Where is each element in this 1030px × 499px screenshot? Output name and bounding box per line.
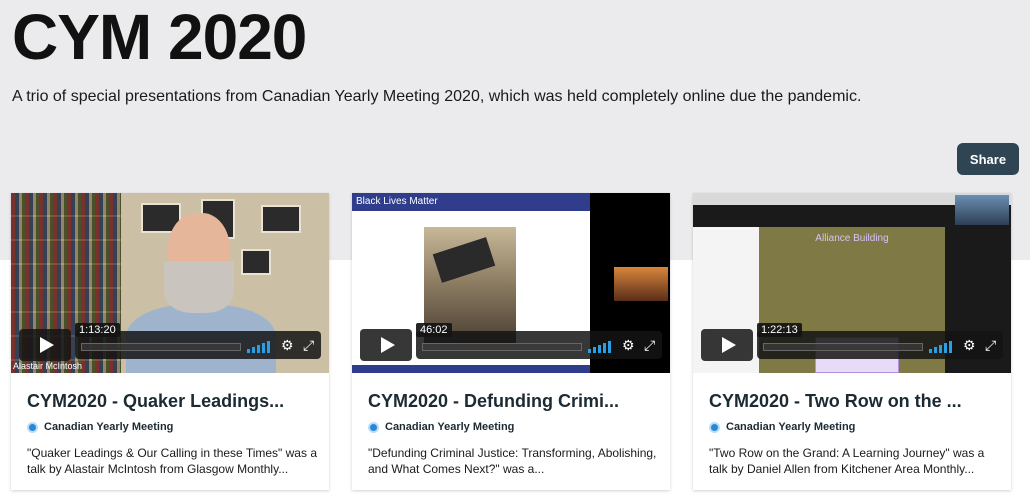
fullscreen-icon[interactable]: ⤢: [644, 336, 655, 354]
video-card[interactable]: Alastair McIntosh 1:13:20 ⚙ ⤢ CYM2020 - …: [11, 193, 329, 490]
thumbnail-caption: Alastair McIntosh: [13, 361, 83, 371]
video-player-controls: 1:13:20 ⚙ ⤢: [19, 323, 321, 361]
control-bar: 1:22:13 ⚙ ⤢: [757, 323, 1003, 359]
play-icon: [380, 337, 395, 353]
page-description: A trio of special presentations from Can…: [12, 88, 862, 105]
settings-icon[interactable]: ⚙: [963, 336, 976, 354]
channel-info[interactable]: Canadian Yearly Meeting: [709, 421, 855, 433]
video-title[interactable]: CYM2020 - Two Row on the ...: [709, 391, 962, 412]
play-icon: [721, 337, 736, 353]
video-description: "Defunding Criminal Justice: Transformin…: [368, 446, 657, 476]
control-bar: 46:02 ⚙ ⤢: [416, 323, 662, 359]
progress-track[interactable]: [763, 343, 923, 351]
video-title[interactable]: CYM2020 - Defunding Crimi...: [368, 391, 619, 412]
channel-icon: [27, 421, 38, 433]
video-thumbnail[interactable]: Alastair McIntosh 1:13:20 ⚙ ⤢: [11, 193, 329, 373]
share-button[interactable]: Share: [957, 143, 1019, 175]
video-card[interactable]: Alliance Building 1:22:13 ⚙ ⤢ CYM2020 - …: [693, 193, 1011, 490]
channel-name: Canadian Yearly Meeting: [385, 421, 515, 433]
channel-info[interactable]: Canadian Yearly Meeting: [27, 421, 173, 433]
thumbnail-caption: Alliance Building: [815, 233, 889, 244]
video-description: "Quaker Leadings & Our Calling in these …: [27, 446, 317, 476]
progress-track[interactable]: [422, 343, 582, 351]
channel-name: Canadian Yearly Meeting: [726, 421, 856, 433]
volume-icon[interactable]: [929, 339, 952, 353]
video-player-controls: 46:02 ⚙ ⤢: [360, 323, 662, 361]
channel-name: Canadian Yearly Meeting: [44, 421, 174, 433]
video-player-controls: 1:22:13 ⚙ ⤢: [701, 323, 1003, 361]
channel-info[interactable]: Canadian Yearly Meeting: [368, 421, 514, 433]
channel-icon: [709, 421, 720, 433]
video-thumbnail[interactable]: Alliance Building 1:22:13 ⚙ ⤢: [693, 193, 1011, 373]
control-bar: 1:13:20 ⚙ ⤢: [75, 323, 321, 359]
video-thumbnail[interactable]: Black Lives Matter 46:02 ⚙ ⤢: [352, 193, 670, 373]
channel-icon: [368, 421, 379, 433]
fullscreen-icon[interactable]: ⤢: [303, 336, 314, 354]
video-duration: 46:02: [416, 323, 452, 337]
video-card[interactable]: Black Lives Matter 46:02 ⚙ ⤢ CYM2020 - D…: [352, 193, 670, 490]
video-description: "Two Row on the Grand: A Learning Journe…: [709, 446, 985, 476]
volume-icon[interactable]: [588, 339, 611, 353]
progress-track[interactable]: [81, 343, 241, 351]
play-button[interactable]: [360, 329, 412, 361]
page-title: CYM 2020: [12, 1, 307, 73]
volume-icon[interactable]: [247, 339, 270, 353]
fullscreen-icon[interactable]: ⤢: [985, 336, 996, 354]
play-icon: [39, 337, 54, 353]
thumbnail-caption: Black Lives Matter: [352, 193, 590, 211]
video-title[interactable]: CYM2020 - Quaker Leadings...: [27, 391, 284, 412]
play-button[interactable]: [19, 329, 71, 361]
video-duration: 1:13:20: [75, 323, 120, 337]
play-button[interactable]: [701, 329, 753, 361]
settings-icon[interactable]: ⚙: [622, 336, 635, 354]
settings-icon[interactable]: ⚙: [281, 336, 294, 354]
video-duration: 1:22:13: [757, 323, 802, 337]
